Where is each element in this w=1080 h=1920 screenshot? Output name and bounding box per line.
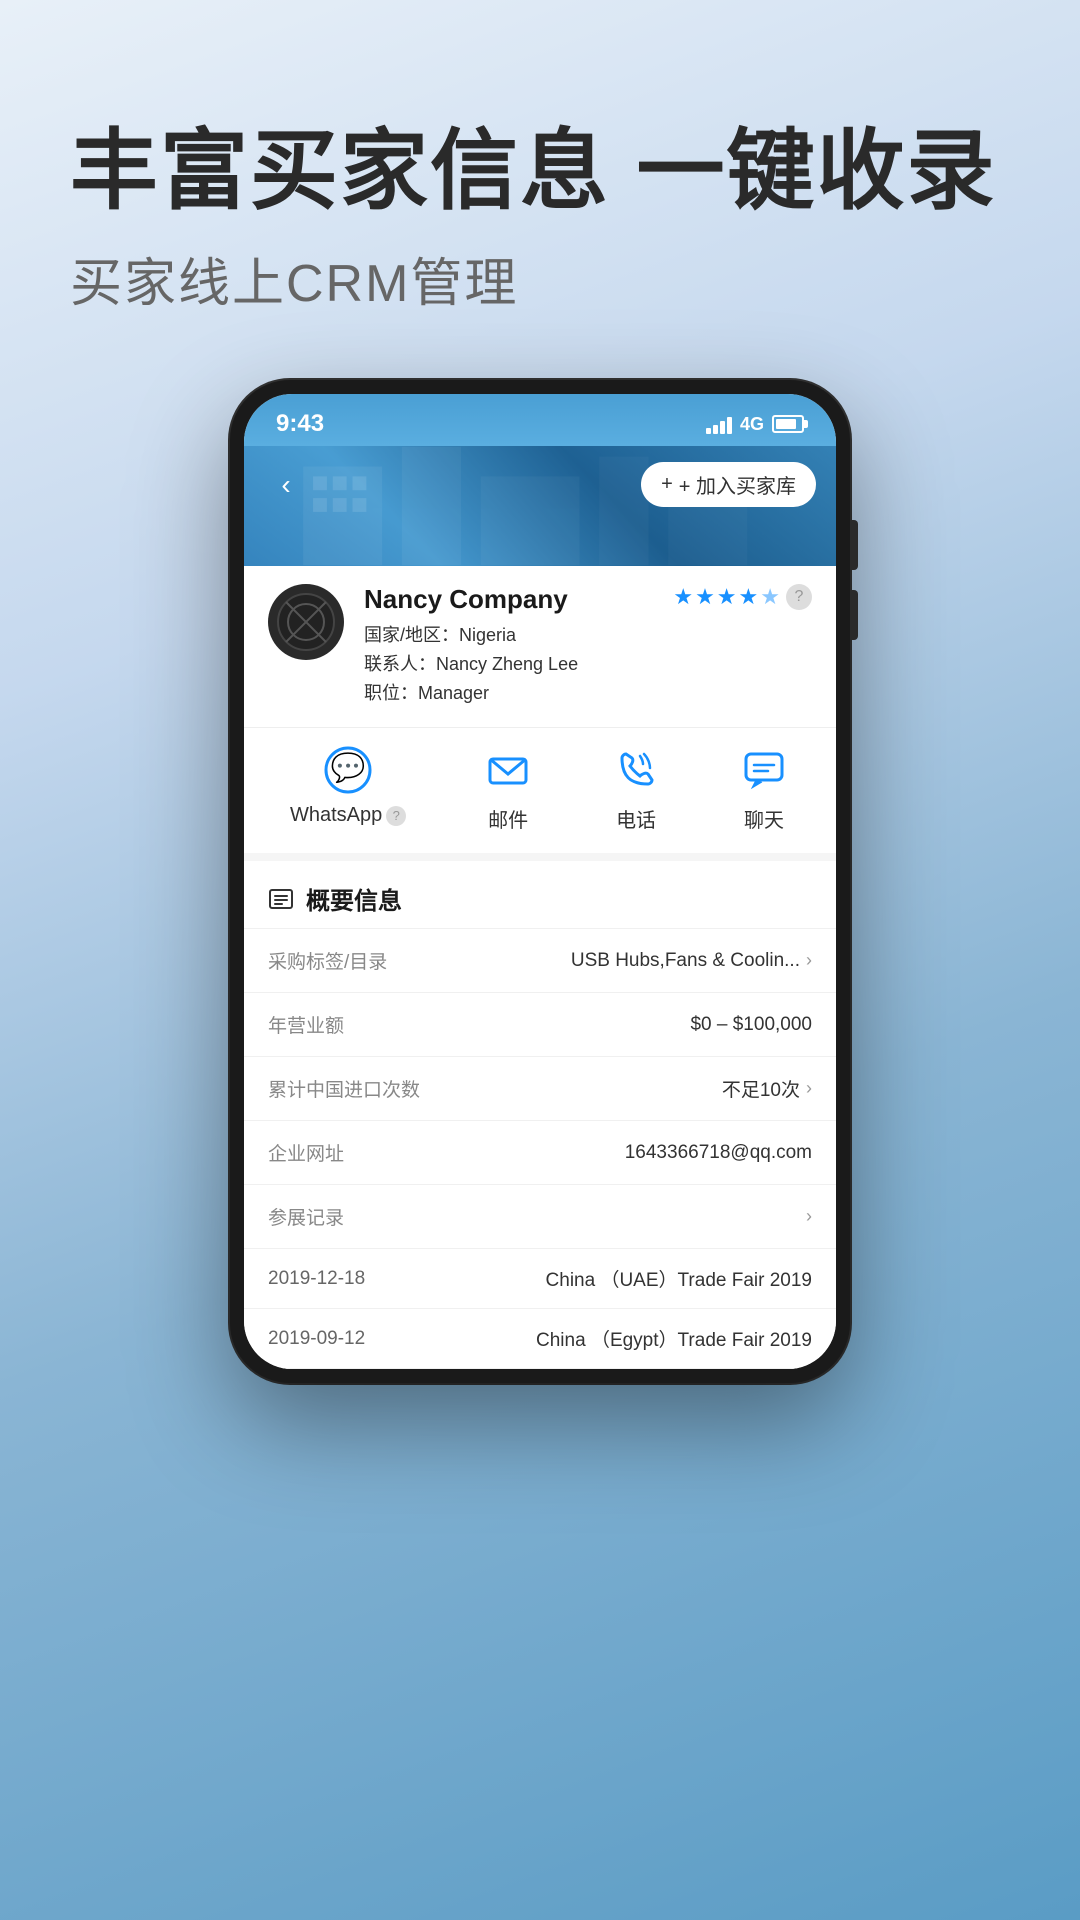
position-value: Manager <box>418 683 489 703</box>
phone-icon <box>610 744 662 796</box>
section-header: 概要信息 <box>244 861 836 929</box>
overview-title: 概要信息 <box>306 881 402 916</box>
imports-value: 不足10次 › <box>722 1075 812 1102</box>
chat-action[interactable]: 聊天 <box>738 744 790 833</box>
signal-bars <box>706 414 732 434</box>
imports-label: 累计中国进口次数 <box>268 1075 420 1102</box>
company-info: Nancy Company 国家/地区：Nigeria 联系人：Nancy Zh… <box>364 584 653 707</box>
website-value: 1643366718@qq.com <box>625 1142 812 1164</box>
overview-item-exhibitions[interactable]: 参展记录 › <box>244 1185 836 1249</box>
signal-bar-1 <box>706 428 711 434</box>
sub-title: 买家线上CRM管理 <box>70 241 1010 316</box>
rating-area: ★ ★ ★ ★ ★ ? <box>673 584 812 610</box>
email-icon <box>482 744 534 796</box>
whatsapp-action[interactable]: 💬 WhatsApp ? <box>290 744 406 833</box>
nav-row: ‹ + + 加入买家库 <box>244 446 836 523</box>
whatsapp-icon: 💬 <box>322 744 374 796</box>
svg-text:💬: 💬 <box>331 751 366 784</box>
battery-icon <box>772 415 804 433</box>
status-icons: 4G <box>706 414 804 435</box>
phone-frame: 9:43 4G <box>230 380 850 1383</box>
phone-side-button-bottom <box>850 590 858 640</box>
avatar-icon <box>276 592 336 652</box>
overview-icon <box>268 886 294 912</box>
chevron-icon: › <box>806 950 812 971</box>
trade-name-1: China （UAE）Trade Fair 2019 <box>546 1265 812 1292</box>
chevron-icon-2: › <box>806 1078 812 1099</box>
signal-bar-4 <box>727 417 732 434</box>
overview-item-imports[interactable]: 累计中国进口次数 不足10次 › <box>244 1057 836 1121</box>
add-buyer-label: + 加入买家库 <box>679 470 796 499</box>
star-2: ★ <box>695 584 715 610</box>
phone-label: 电话 <box>616 804 656 833</box>
contact-value: Nancy Zheng Lee <box>436 654 578 674</box>
overview-item-revenue: 年营业额 $0 – $100,000 <box>244 993 836 1057</box>
overview-section: 概要信息 采购标签/目录 USB Hubs,Fans & Coolin... ›… <box>244 861 836 1369</box>
signal-bar-2 <box>713 425 718 434</box>
company-avatar <box>268 584 344 660</box>
signal-bar-3 <box>720 421 725 434</box>
chat-icon <box>738 744 790 796</box>
signal-type: 4G <box>740 414 764 435</box>
top-section: 丰富买家信息 一键收录 买家线上CRM管理 <box>0 0 1080 366</box>
trade-fair-2: 2019-09-12 China （Egypt）Trade Fair 2019 <box>244 1309 836 1369</box>
company-name: Nancy Company <box>364 584 653 615</box>
whatsapp-label: WhatsApp <box>290 804 382 827</box>
company-country: 国家/地区：Nigeria <box>364 621 653 650</box>
purchase-value: USB Hubs,Fans & Coolin... › <box>571 950 812 972</box>
company-contact: 联系人：Nancy Zheng Lee <box>364 650 653 679</box>
overview-item-website: 企业网址 1643366718@qq.com <box>244 1121 836 1185</box>
action-row: 💬 WhatsApp ? <box>244 728 836 861</box>
company-position: 职位：Manager <box>364 679 653 708</box>
position-label: 职位： <box>364 683 418 703</box>
phone-mockup: 9:43 4G <box>230 380 850 1383</box>
plus-icon: + <box>661 473 673 496</box>
phone-screen: 9:43 4G <box>244 394 836 1369</box>
phone-side-button-top <box>850 520 858 570</box>
add-buyer-button[interactable]: + + 加入买家库 <box>641 462 816 507</box>
phone-hero-image: ‹ + + 加入买家库 <box>244 446 836 566</box>
overview-item-purchase[interactable]: 采购标签/目录 USB Hubs,Fans & Coolin... › <box>244 929 836 993</box>
star-4: ★ <box>739 584 759 610</box>
exhibitions-label: 参展记录 <box>268 1203 344 1230</box>
phone-action[interactable]: 电话 <box>610 744 662 833</box>
revenue-label: 年营业额 <box>268 1011 344 1038</box>
purchase-label: 采购标签/目录 <box>268 947 387 974</box>
email-action[interactable]: 邮件 <box>482 744 534 833</box>
battery-fill <box>776 419 796 429</box>
trade-date-2: 2019-09-12 <box>268 1328 365 1350</box>
trade-fair-1: 2019-12-18 China （UAE）Trade Fair 2019 <box>244 1249 836 1309</box>
chevron-icon-3: › <box>806 1206 812 1227</box>
main-title: 丰富买家信息 一键收录 <box>70 120 1010 221</box>
exhibitions-value: › <box>806 1206 812 1227</box>
star-3: ★ <box>717 584 737 610</box>
country-value: Nigeria <box>459 625 516 645</box>
trade-date-1: 2019-12-18 <box>268 1268 365 1290</box>
website-label: 企业网址 <box>268 1139 344 1166</box>
star-5: ★ <box>760 584 780 610</box>
contact-label: 联系人： <box>364 654 436 674</box>
whatsapp-help-icon[interactable]: ? <box>386 806 406 826</box>
status-bar: 9:43 4G <box>244 394 836 446</box>
trade-name-2: China （Egypt）Trade Fair 2019 <box>536 1325 812 1352</box>
back-button[interactable]: ‹ <box>264 463 308 507</box>
company-card: Nancy Company 国家/地区：Nigeria 联系人：Nancy Zh… <box>244 564 836 728</box>
star-1: ★ <box>673 584 693 610</box>
email-label: 邮件 <box>488 804 528 833</box>
status-time: 9:43 <box>276 410 324 438</box>
whatsapp-label-group: WhatsApp ? <box>290 804 406 827</box>
star-rating: ★ ★ ★ ★ ★ <box>673 584 780 610</box>
country-label: 国家/地区： <box>364 625 459 645</box>
rating-help-icon[interactable]: ? <box>786 584 812 610</box>
revenue-value: $0 – $100,000 <box>690 1014 812 1036</box>
chat-label: 聊天 <box>744 804 784 833</box>
